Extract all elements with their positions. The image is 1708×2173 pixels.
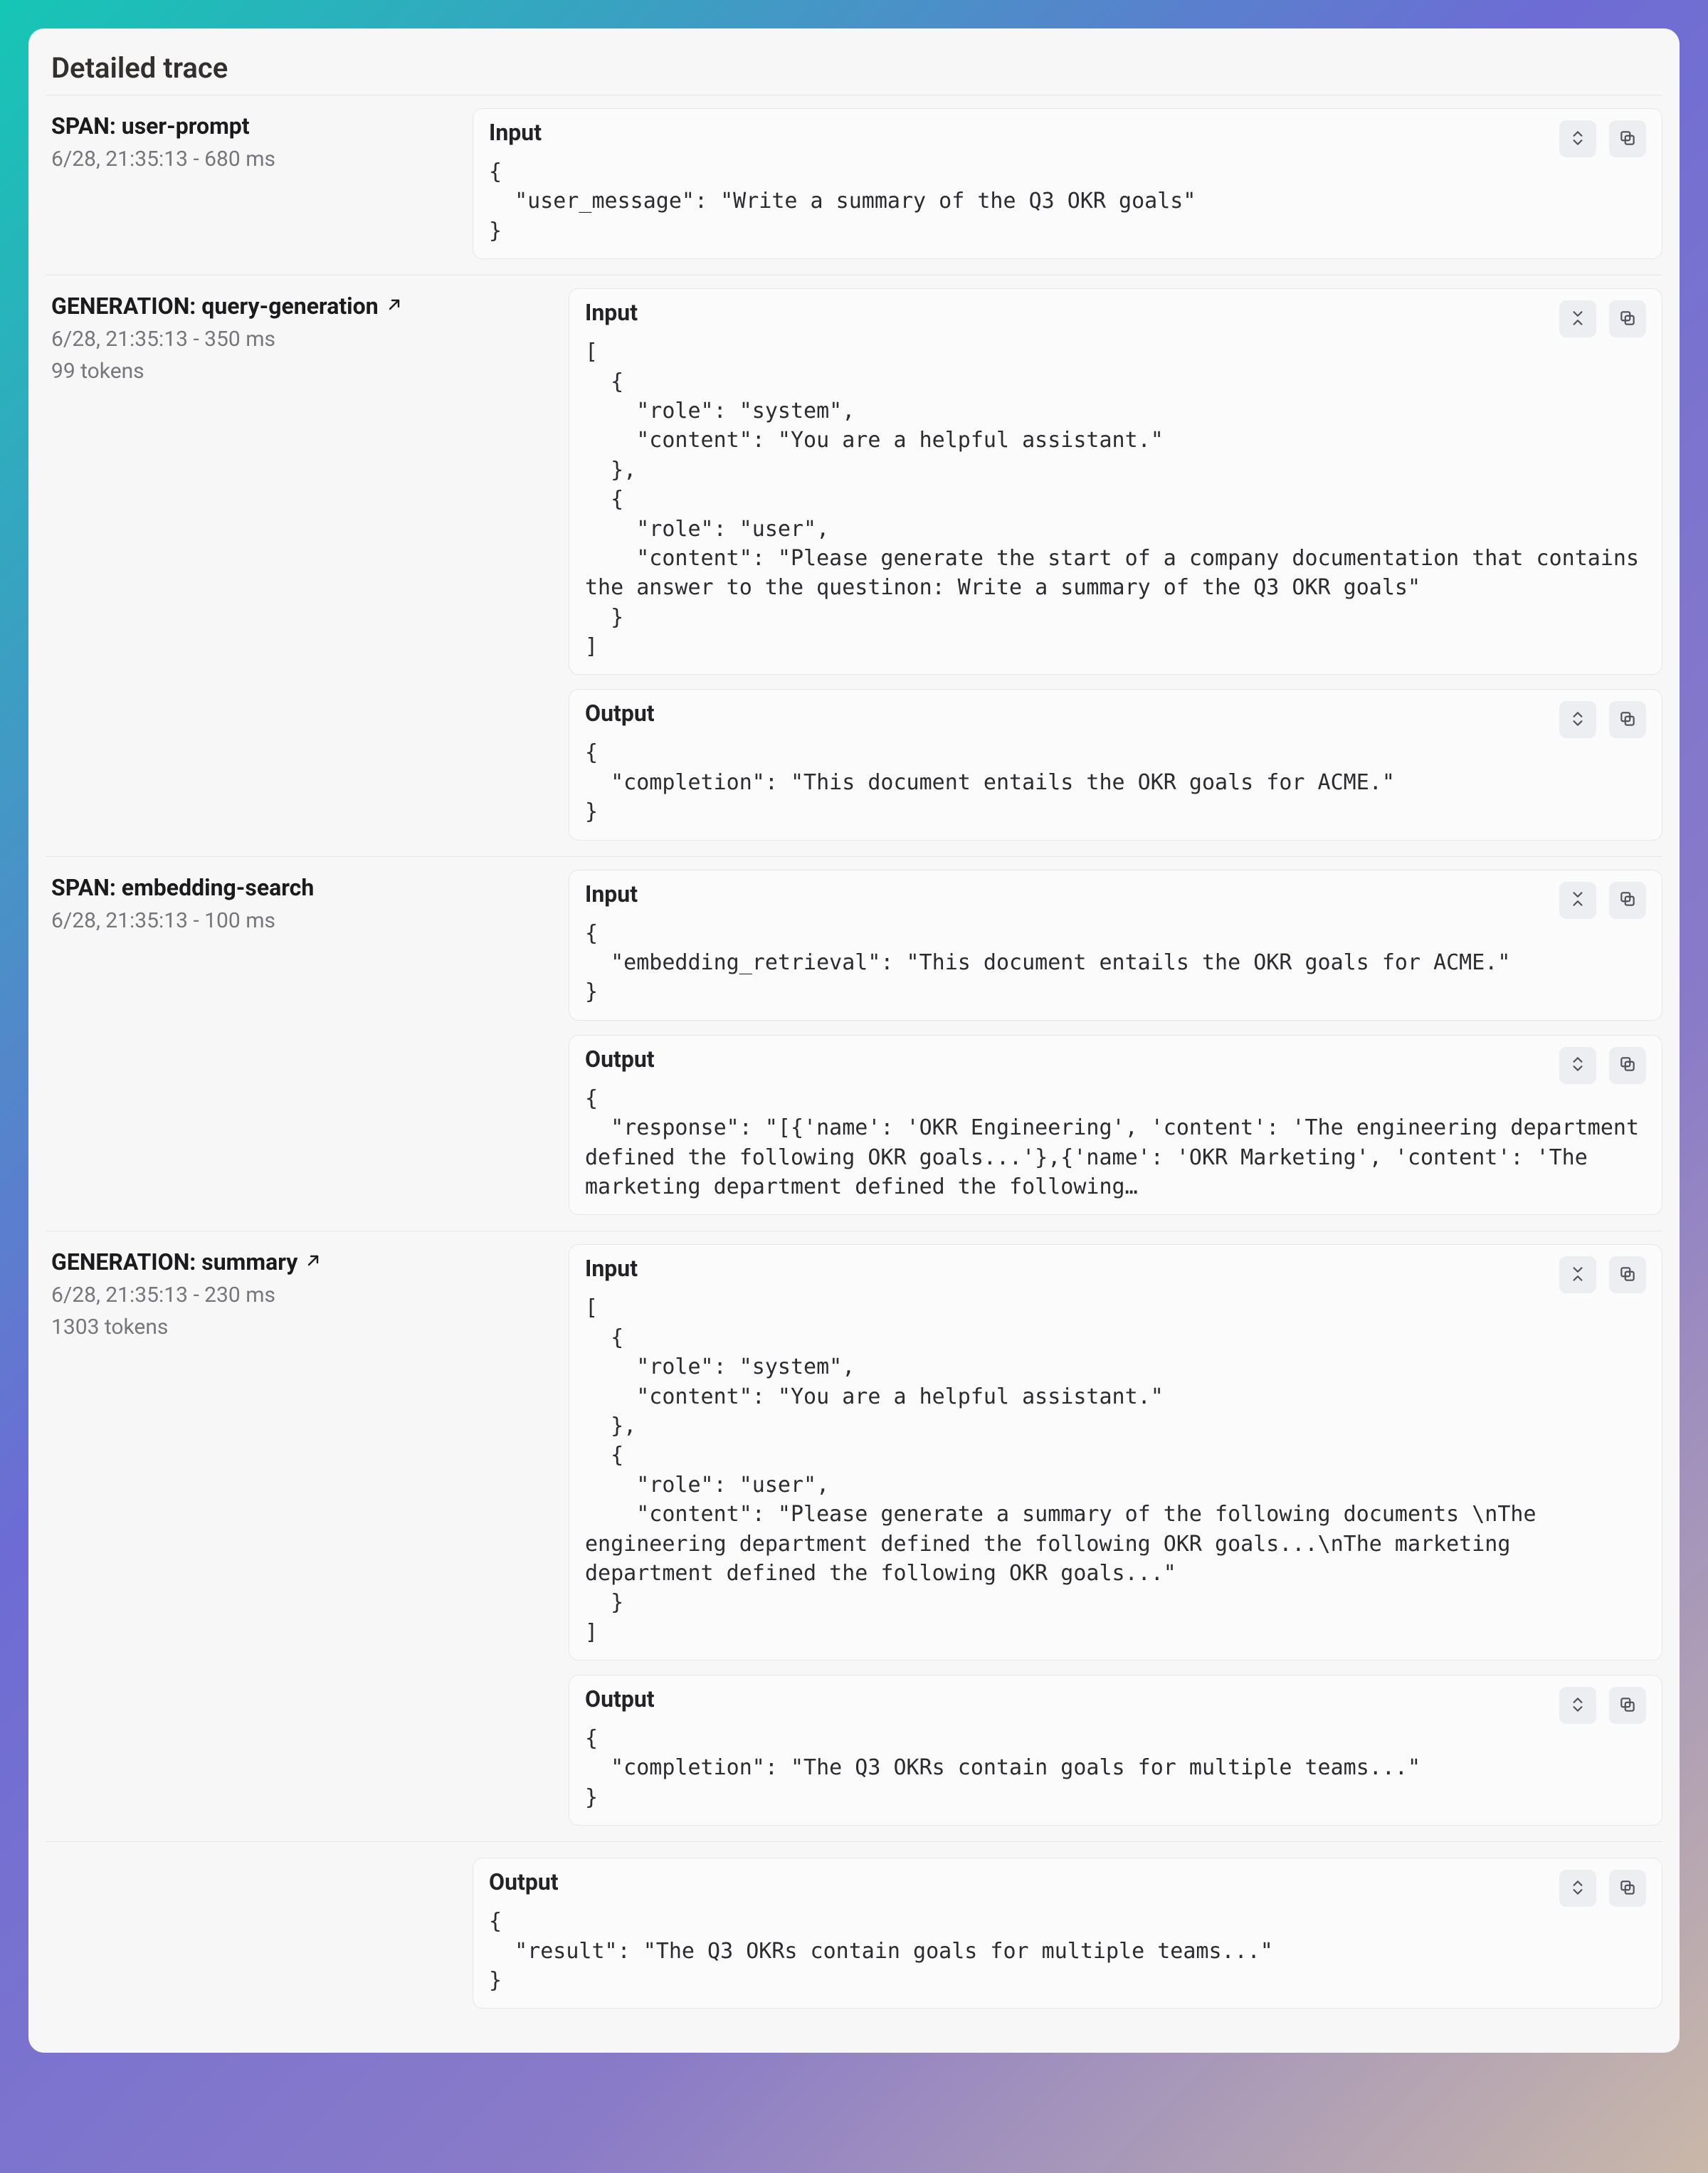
input-block: Input { "user_message": "Write a summary … — [473, 108, 1662, 259]
trace-timestamp: 6/28, 21:35:13 - 680 ms — [51, 147, 461, 172]
code-content: { "completion": "The Q3 OKRs contain goa… — [585, 1724, 1646, 1812]
chevrons-out-icon — [1569, 129, 1587, 149]
block-actions — [1559, 1256, 1646, 1293]
copy-icon — [1618, 1695, 1637, 1716]
copy-icon — [1618, 129, 1637, 149]
block-actions — [1559, 882, 1646, 919]
trace-blocks: Output { "result": "The Q3 OKRs contain g… — [473, 1858, 1662, 2009]
trace-tokens: 99 tokens — [51, 359, 461, 384]
output-block: Output { "completion": "This document ent… — [569, 689, 1662, 840]
trace-row: GENERATION: query-generation 6/28, 21:35:… — [46, 275, 1662, 856]
code-content: { "result": "The Q3 OKRs contain goals f… — [489, 1907, 1646, 1995]
expand-button[interactable] — [1559, 1687, 1596, 1724]
trace-timestamp: 6/28, 21:35:13 - 350 ms — [51, 327, 461, 352]
trace-heading: SPAN: embedding-search — [51, 874, 461, 901]
copy-icon — [1618, 1878, 1637, 1899]
code-content: { "completion": "This document entails t… — [585, 738, 1646, 826]
input-block: Input [ { "role": "system", "content": "Y… — [569, 288, 1662, 675]
copy-button[interactable] — [1609, 1687, 1646, 1724]
trace-heading[interactable]: GENERATION: query-generation — [51, 293, 461, 320]
trace-row: SPAN: embedding-search 6/28, 21:35:13 - 1… — [46, 857, 1662, 1232]
block-actions — [1559, 1047, 1646, 1084]
copy-button[interactable] — [1609, 1870, 1646, 1907]
copy-icon — [1618, 309, 1637, 330]
copy-button[interactable] — [1609, 1047, 1646, 1084]
block-label: Input — [585, 299, 638, 326]
block-label: Input — [585, 880, 638, 907]
final-output-meta — [46, 1858, 473, 2009]
block-label: Input — [489, 119, 542, 146]
trace-blocks: Input { "user_message": "Write a summary … — [473, 108, 1662, 259]
trace-blocks: Input [ { "role": "system", "content": "Y… — [473, 1244, 1662, 1826]
collapse-button[interactable] — [1559, 1256, 1596, 1293]
code-content: { "response": "[{'name': 'OKR Engineerin… — [585, 1084, 1646, 1202]
trace-panel: Detailed trace SPAN: user-prompt 6/28, 21… — [28, 28, 1680, 2053]
block-label: Output — [585, 1046, 655, 1073]
trace-row: SPAN: user-prompt 6/28, 21:35:13 - 680 ms… — [46, 95, 1662, 275]
chevrons-out-icon — [1569, 710, 1587, 730]
output-block: Output { "response": "[{'name': 'OKR Engi… — [569, 1035, 1662, 1216]
code-content: [ { "role": "system", "content": "You ar… — [585, 337, 1646, 661]
trace-blocks: Input { "embedding_retrieval": "This docu… — [473, 870, 1662, 1216]
external-link-icon — [386, 296, 403, 317]
collapse-button[interactable] — [1559, 882, 1596, 919]
copy-button[interactable] — [1609, 1256, 1646, 1293]
copy-icon — [1618, 710, 1637, 730]
copy-button[interactable] — [1609, 882, 1646, 919]
code-content: { "user_message": "Write a summary of th… — [489, 157, 1646, 246]
trace-row: GENERATION: summary 6/28, 21:35:13 - 230 … — [46, 1231, 1662, 1842]
trace-heading[interactable]: GENERATION: summary — [51, 1248, 461, 1275]
panel-title: Detailed trace — [46, 48, 1662, 95]
chevrons-out-icon — [1569, 1878, 1587, 1899]
chevrons-in-icon — [1569, 890, 1587, 910]
trace-heading-text: GENERATION: summary — [51, 1248, 297, 1275]
trace-heading-text: SPAN: embedding-search — [51, 874, 314, 901]
trace-timestamp: 6/28, 21:35:13 - 230 ms — [51, 1283, 461, 1308]
output-block: Output { "completion": "The Q3 OKRs conta… — [569, 1675, 1662, 1826]
expand-button[interactable] — [1559, 120, 1596, 157]
trace-heading-text: GENERATION: query-generation — [51, 293, 379, 320]
trace-heading: SPAN: user-prompt — [51, 112, 461, 140]
chevrons-out-icon — [1569, 1695, 1587, 1716]
block-label: Input — [585, 1255, 638, 1282]
copy-button[interactable] — [1609, 120, 1646, 157]
block-actions — [1559, 701, 1646, 738]
trace-meta: SPAN: user-prompt 6/28, 21:35:13 - 680 ms — [46, 108, 473, 259]
trace-timestamp: 6/28, 21:35:13 - 100 ms — [51, 908, 461, 933]
code-content: [ { "role": "system", "content": "You ar… — [585, 1293, 1646, 1647]
chevrons-in-icon — [1569, 1265, 1587, 1285]
input-block: Input { "embedding_retrieval": "This docu… — [569, 870, 1662, 1021]
trace-blocks: Input [ { "role": "system", "content": "Y… — [473, 288, 1662, 840]
copy-button[interactable] — [1609, 300, 1646, 337]
expand-button[interactable] — [1559, 701, 1596, 738]
trace-heading-text: SPAN: user-prompt — [51, 112, 250, 140]
copy-icon — [1618, 1055, 1637, 1075]
input-block: Input [ { "role": "system", "content": "Y… — [569, 1244, 1662, 1661]
block-label: Output — [585, 1685, 655, 1712]
final-output-row: Output { "result": "The Q3 OKRs contain g… — [46, 1845, 1662, 2024]
external-link-icon — [305, 1252, 322, 1273]
copy-button[interactable] — [1609, 701, 1646, 738]
trace-tokens: 1303 tokens — [51, 1315, 461, 1340]
collapse-button[interactable] — [1559, 300, 1596, 337]
final-output-block: Output { "result": "The Q3 OKRs contain g… — [473, 1858, 1662, 2009]
block-label: Output — [489, 1868, 559, 1895]
block-actions — [1559, 1687, 1646, 1724]
copy-icon — [1618, 1265, 1637, 1285]
block-actions — [1559, 300, 1646, 337]
chevrons-out-icon — [1569, 1055, 1587, 1075]
block-actions — [1559, 1870, 1646, 1907]
expand-button[interactable] — [1559, 1047, 1596, 1084]
block-label: Output — [585, 700, 655, 727]
expand-button[interactable] — [1559, 1870, 1596, 1907]
copy-icon — [1618, 890, 1637, 910]
chevrons-in-icon — [1569, 309, 1587, 330]
block-actions — [1559, 120, 1646, 157]
trace-meta: GENERATION: query-generation 6/28, 21:35:… — [46, 288, 473, 840]
code-content: { "embedding_retrieval": "This document … — [585, 919, 1646, 1007]
trace-meta: SPAN: embedding-search 6/28, 21:35:13 - 1… — [46, 870, 473, 1216]
trace-meta: GENERATION: summary 6/28, 21:35:13 - 230 … — [46, 1244, 473, 1826]
